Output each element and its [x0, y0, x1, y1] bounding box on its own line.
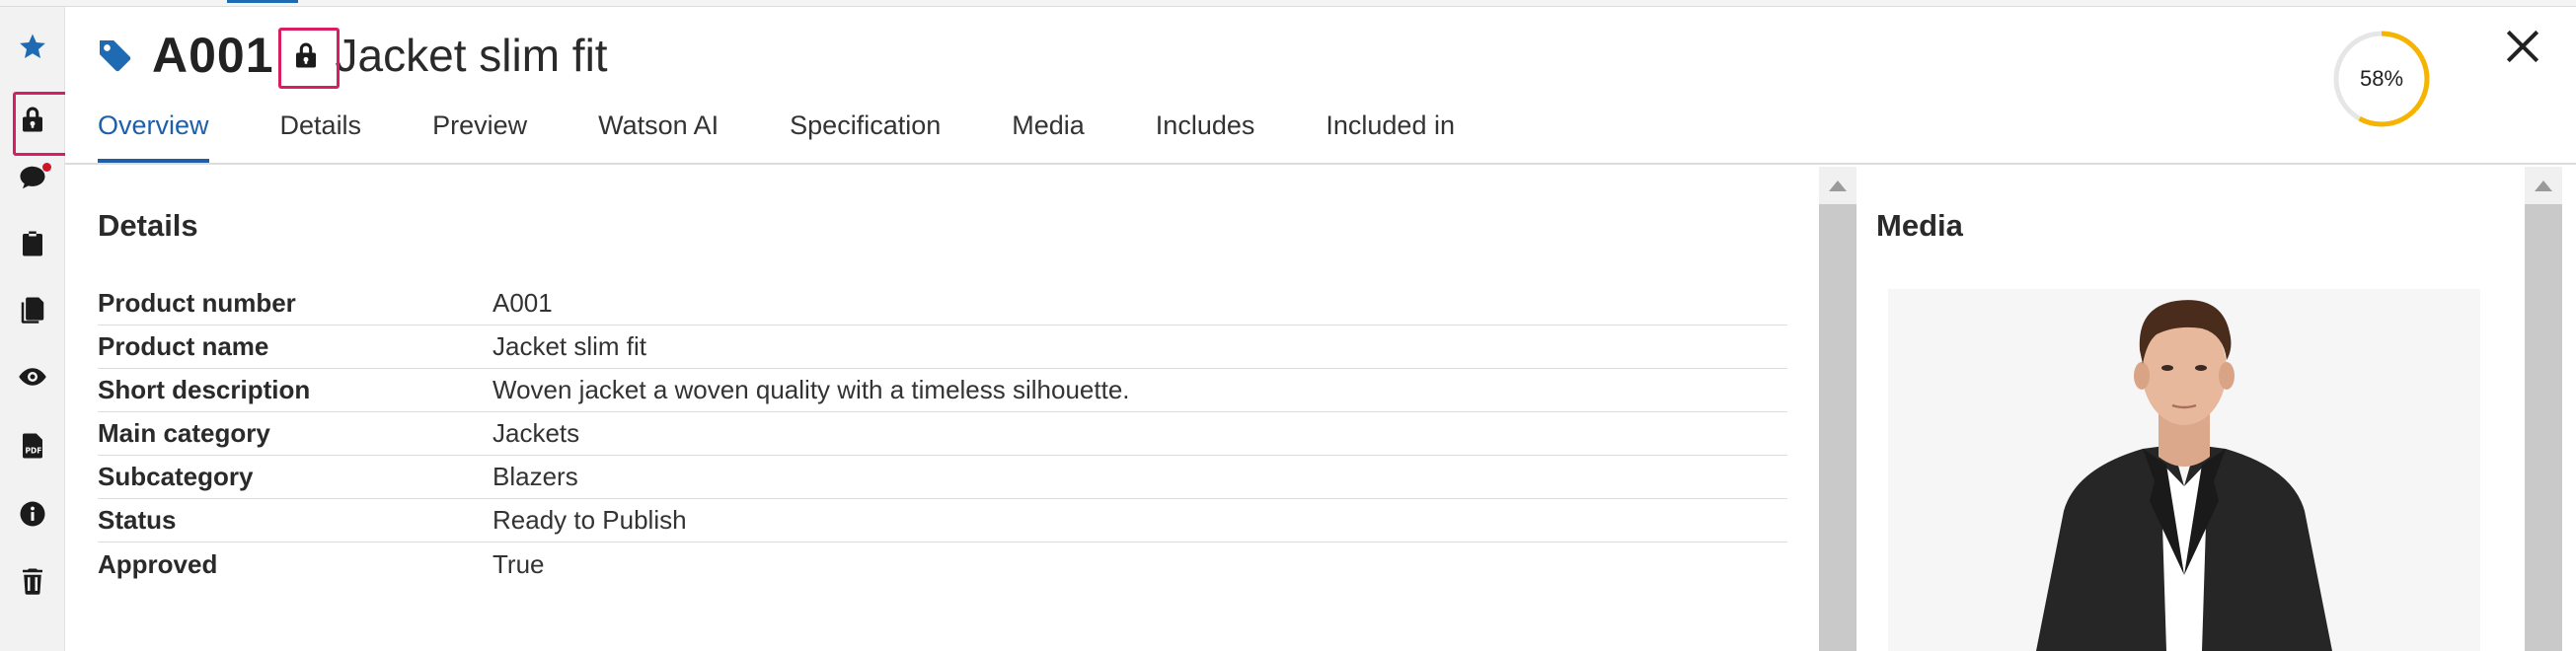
completeness-ring: 58% — [2330, 28, 2433, 130]
detail-label: Subcategory — [98, 462, 254, 491]
detail-label: Main category — [98, 418, 270, 448]
title-lock-button[interactable] — [277, 28, 340, 89]
star-icon — [20, 34, 45, 58]
trash-icon — [23, 568, 42, 595]
detail-value: Jacket slim fit — [492, 331, 647, 361]
tab-specification[interactable]: Specification — [790, 98, 941, 163]
rail-documents-button[interactable] — [0, 280, 65, 339]
product-image[interactable] — [1888, 289, 2480, 651]
media-title: Media — [1876, 208, 1963, 243]
top-strip — [0, 0, 2576, 7]
detail-value: Ready to Publish — [492, 505, 687, 535]
rail-pdf-button[interactable]: PDF — [0, 416, 65, 475]
pdf-icon: PDF — [23, 433, 42, 459]
detail-value: Blazers — [492, 462, 578, 491]
tab-watson-ai[interactable]: Watson AI — [598, 98, 719, 163]
detail-value: True — [492, 548, 545, 579]
details-scrollbar[interactable] — [1819, 167, 1856, 651]
detail-row: Main category Jackets — [98, 412, 1787, 456]
scroll-up-arrow-icon[interactable] — [1819, 167, 1856, 204]
detail-label: Status — [98, 505, 177, 535]
top-strip-accent — [227, 0, 298, 3]
close-icon[interactable] — [2501, 25, 2544, 68]
detail-value: Jackets — [492, 418, 580, 448]
details-title: Details — [98, 208, 198, 243]
clipboard-icon — [23, 231, 42, 256]
detail-value: Woven jacket a woven quality with a time… — [492, 375, 1130, 404]
left-rail: PDF — [0, 7, 73, 651]
tab-details[interactable]: Details — [280, 98, 362, 163]
tab-media[interactable]: Media — [1012, 98, 1085, 163]
rail-tasks-button[interactable] — [0, 214, 65, 273]
media-panel: Media — [1856, 167, 2525, 651]
eye-icon — [19, 368, 46, 386]
detail-row: Product number A001 — [98, 282, 1787, 326]
info-icon — [20, 501, 45, 527]
detail-label: Product number — [98, 288, 296, 318]
tab-preview[interactable]: Preview — [432, 98, 527, 163]
detail-row: Approved True — [98, 542, 1787, 586]
detail-row: Subcategory Blazers — [98, 456, 1787, 499]
svg-text:PDF: PDF — [26, 447, 42, 456]
detail-label: Short description — [98, 375, 311, 404]
detail-value: A001 — [492, 288, 553, 318]
title-row: A001 Jacket slim fit — [95, 21, 608, 90]
scroll-up-arrow-icon[interactable] — [2525, 167, 2562, 204]
detail-row: Product name Jacket slim fit — [98, 326, 1787, 369]
tag-icon — [100, 40, 131, 72]
detail-row: Short description Woven jacket a woven q… — [98, 369, 1787, 412]
rail-comments-button[interactable] — [0, 148, 65, 207]
tab-overview[interactable]: Overview — [98, 98, 209, 163]
rail-lock-button[interactable] — [0, 90, 73, 156]
detail-row: Status Ready to Publish — [98, 499, 1787, 542]
product-name: Jacket slim fit — [335, 30, 608, 81]
rail-favorite-button[interactable] — [0, 17, 65, 76]
tab-includes[interactable]: Includes — [1156, 98, 1255, 163]
rail-delete-button[interactable] — [0, 551, 65, 611]
detail-label: Approved — [98, 548, 218, 579]
completeness-label: 58% — [2359, 66, 2404, 91]
notification-dot — [42, 163, 51, 172]
rail-preview-button[interactable] — [0, 347, 65, 406]
tab-included-in[interactable]: Included in — [1326, 98, 1455, 163]
documents-icon — [21, 297, 44, 324]
media-scrollbar[interactable] — [2525, 167, 2562, 651]
detail-label: Product name — [98, 331, 269, 361]
rail-info-button[interactable] — [0, 484, 65, 543]
product-header: A001 Jacket slim fit Overview Details Pr… — [65, 7, 2576, 165]
tab-bar: Overview Details Preview Watson AI Speci… — [98, 98, 1526, 163]
lock-icon — [23, 107, 42, 132]
product-code: A001 — [152, 28, 274, 83]
lock-icon — [295, 42, 316, 68]
